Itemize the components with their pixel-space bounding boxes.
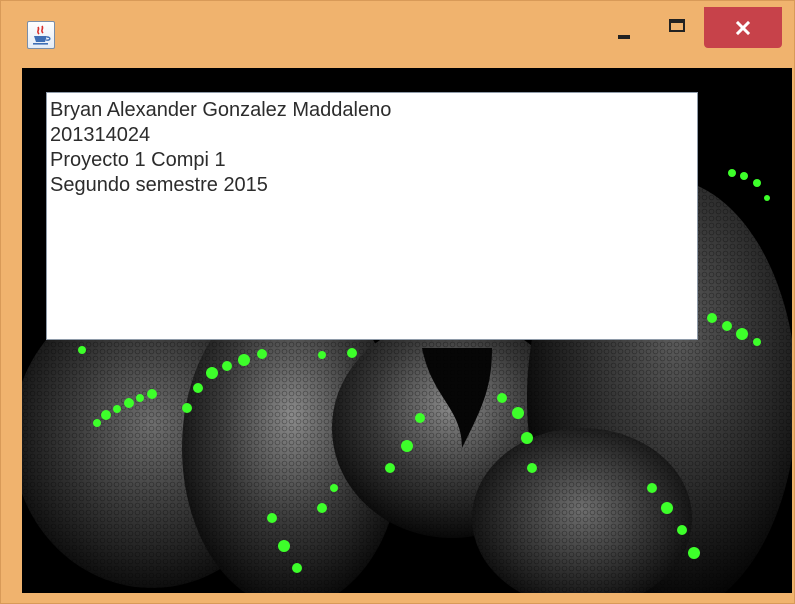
close-button[interactable] [704,7,782,48]
application-window: Bryan Alexander Gonzalez Maddaleno 20131… [0,0,795,604]
content-pane: Bryan Alexander Gonzalez Maddaleno 20131… [22,68,792,593]
text-line-project: Proyecto 1 Compi 1 [50,149,226,171]
text-line-name: Bryan Alexander Gonzalez Maddaleno [50,99,392,121]
text-line-semester: Segundo semestre 2015 [50,174,268,196]
minimize-icon [618,35,630,39]
minimize-button[interactable] [601,7,649,48]
title-bar[interactable] [1,1,794,67]
info-text-area[interactable]: Bryan Alexander Gonzalez Maddaleno 20131… [46,92,698,340]
java-coffee-cup-icon[interactable] [27,21,55,49]
maximize-button[interactable] [653,7,701,48]
close-icon [704,7,782,48]
maximize-icon [669,19,685,32]
text-line-id: 201314024 [50,124,151,146]
